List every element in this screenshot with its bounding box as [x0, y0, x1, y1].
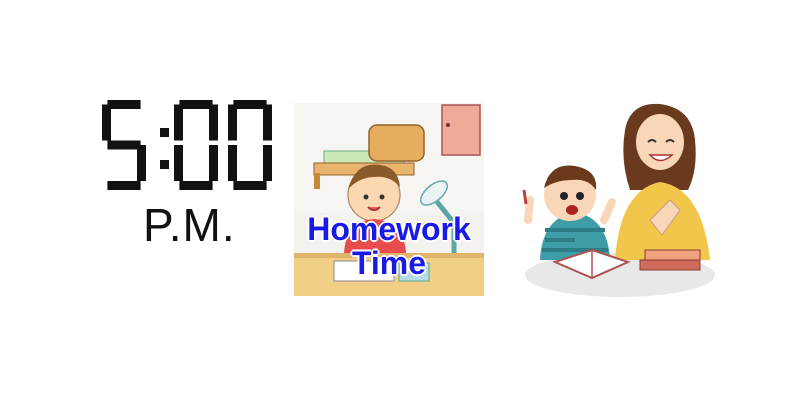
clock-colon: [160, 128, 169, 169]
clock-digit-0: [228, 100, 272, 190]
homework-caption-line1: Homework: [307, 211, 471, 247]
digital-clock: [100, 100, 300, 198]
clock-digits: [102, 100, 272, 190]
clock-digit-0: [174, 100, 218, 190]
mother-and-son-studying-illustration: [520, 100, 720, 300]
homework-caption-line2: Time: [351, 245, 427, 281]
homework-time-caption: Homework Time: [294, 212, 484, 280]
clock-digit-5: [102, 100, 146, 190]
period-label: P.M.: [143, 199, 236, 251]
